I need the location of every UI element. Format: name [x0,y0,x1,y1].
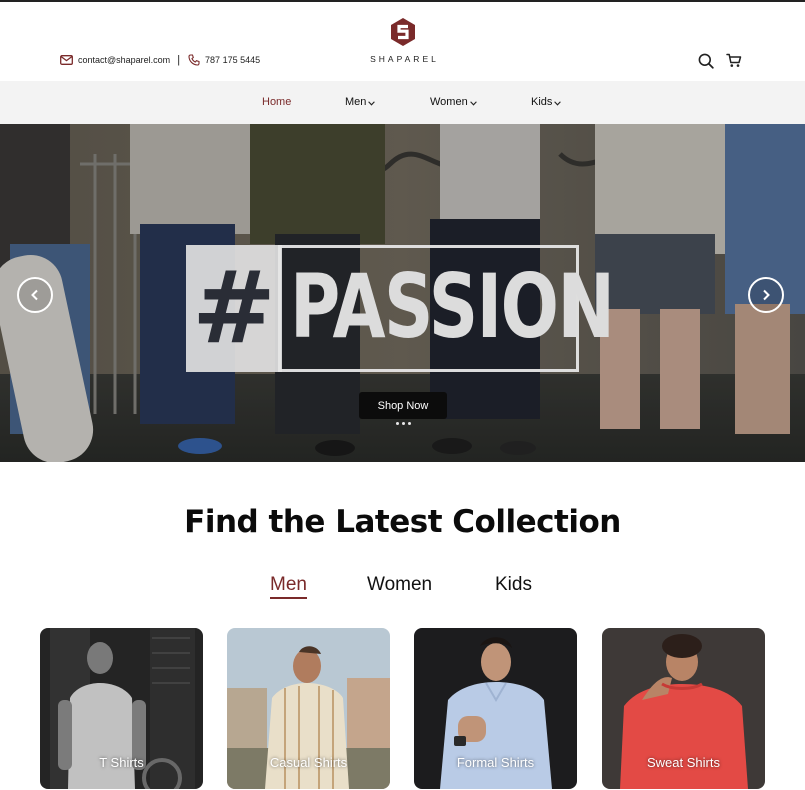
nav-women-label: Women [430,96,468,108]
carousel-indicators [396,422,411,425]
contact-phone[interactable]: 787 175 5445 [205,55,260,65]
hero-headline-text: PASSION [290,255,615,358]
contact-info: contact@shaparel.com | 787 175 5445 [60,54,260,66]
nav-kids-label: Kids [531,96,553,108]
category-card-casual-shirts[interactable]: Casual Shirts [227,628,390,789]
contact-separator: | [177,54,181,66]
category-card-formal-shirts[interactable]: Formal Shirts [414,628,577,789]
carousel-next-button[interactable] [748,277,784,313]
carousel-dot[interactable] [408,422,411,425]
carousel-dot[interactable] [402,422,405,425]
carousel-dot[interactable] [396,422,399,425]
nav-kids[interactable]: Kids [531,96,562,108]
card-label: Sweat Shirts [647,755,720,770]
card-label: Casual Shirts [269,755,348,770]
phone-icon [187,54,200,66]
logo-mark-icon [391,18,415,46]
cart-icon[interactable] [725,52,742,69]
nav-home-label: Home [262,96,292,108]
brand-logo[interactable]: SHAPAREL [365,18,441,64]
hero-banner: # PASSION Shop Now [0,124,805,462]
nav-men-label: Men [345,96,367,108]
header-actions [697,52,742,69]
card-label: T Shirts [99,755,144,770]
chevron-left-icon [31,289,38,301]
chevron-down-icon [469,100,477,106]
carousel-prev-button[interactable] [17,277,53,313]
tab-women[interactable]: Women [367,574,432,596]
section-title: Find the Latest Collection [184,504,621,540]
brand-name: SHAPAREL [370,54,439,64]
chevron-down-icon [554,100,562,106]
main-nav: Home Men Women Kids [0,81,805,124]
hero-hashtag: # [192,249,276,366]
contact-email[interactable]: contact@shaparel.com [78,55,170,65]
search-icon[interactable] [697,52,714,69]
chevron-down-icon [368,100,376,106]
nav-home[interactable]: Home [262,96,291,108]
tab-men[interactable]: Men [270,574,307,599]
tab-kids[interactable]: Kids [495,574,532,596]
chevron-right-icon [763,289,770,301]
category-card-t-shirts[interactable]: T Shirts [40,628,203,789]
hero-headline: # PASSION [186,245,615,372]
shop-now-button[interactable]: Shop Now [359,392,447,419]
nav-women[interactable]: Women [430,96,477,108]
mail-icon [60,55,73,66]
nav-men[interactable]: Men [345,96,376,108]
site-header: contact@shaparel.com | 787 175 5445 SHAP… [0,2,805,81]
card-label: Formal Shirts [456,755,535,770]
category-card-sweat-shirts[interactable]: Sweat Shirts [602,628,765,789]
